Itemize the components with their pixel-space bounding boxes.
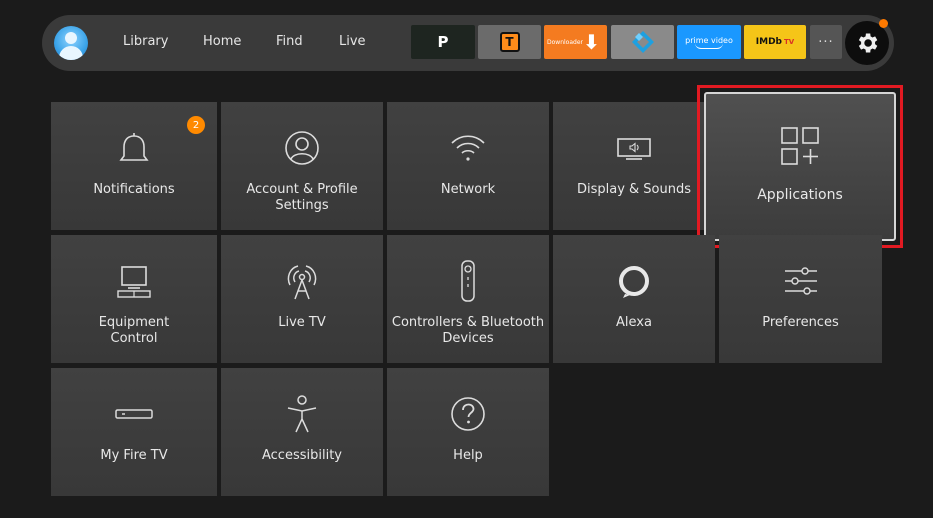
- tile-label: Alexa: [616, 315, 652, 330]
- fire-tv-device-icon: [115, 409, 153, 419]
- prime-smile-icon: [695, 43, 723, 49]
- tile-preferences[interactable]: Preferences: [719, 235, 882, 363]
- tile-my-fire-tv[interactable]: My Fire TV: [51, 368, 217, 496]
- help-question-icon: [451, 397, 485, 431]
- nav-find[interactable]: Find: [276, 34, 303, 49]
- tile-label: Help: [453, 448, 483, 463]
- app-downloader[interactable]: Downloader ⬇: [544, 25, 607, 59]
- broadcast-tower-icon: [287, 265, 317, 300]
- tile-label: Account & Profile Settings: [246, 182, 358, 213]
- nav-library[interactable]: Library: [123, 34, 168, 49]
- notification-count-badge: 2: [187, 116, 205, 134]
- profile-avatar[interactable]: [54, 26, 88, 60]
- app-p[interactable]: P: [411, 25, 475, 59]
- tile-label: My Fire TV: [100, 448, 168, 463]
- app-t-icon: T: [499, 32, 520, 52]
- tile-label: Live TV: [278, 315, 326, 330]
- tile-network[interactable]: Network: [387, 102, 549, 230]
- nav-home[interactable]: Home: [203, 34, 241, 49]
- sliders-icon: [784, 267, 817, 295]
- tile-display-sounds[interactable]: Display & Sounds: [553, 102, 715, 230]
- tile-account-profile-settings[interactable]: Account & Profile Settings: [221, 102, 383, 230]
- more-icon: ···: [818, 34, 834, 50]
- tile-label: Display & Sounds: [576, 182, 692, 197]
- tile-label: Network: [440, 182, 496, 197]
- app-prime-video[interactable]: prime video: [677, 25, 741, 59]
- tv-equipment-icon: [117, 266, 151, 298]
- app-kodi[interactable]: [611, 25, 674, 59]
- accessibility-icon: [287, 395, 317, 433]
- user-circle-icon: [285, 131, 319, 165]
- top-nav-bar: Library Home Find Live P T Downloader ⬇ …: [42, 15, 894, 71]
- tile-label: Accessibility: [262, 448, 342, 463]
- tile-notifications[interactable]: 2 Notifications: [51, 102, 217, 230]
- tile-alexa[interactable]: Alexa: [553, 235, 715, 363]
- downloader-label: Downloader: [547, 38, 583, 46]
- tile-equipment-control[interactable]: Equipment Control: [51, 235, 217, 363]
- settings-notification-dot: [879, 19, 888, 28]
- wifi-icon: [451, 135, 485, 161]
- tile-label: Equipment Control: [98, 315, 170, 346]
- more-apps-button[interactable]: ···: [810, 25, 842, 59]
- nav-live[interactable]: Live: [339, 34, 366, 49]
- download-arrow-icon: ⬇: [583, 30, 600, 54]
- gear-icon: [858, 33, 878, 53]
- tile-label: Notifications: [93, 182, 175, 197]
- app-t[interactable]: T: [478, 25, 541, 59]
- alexa-icon: [619, 266, 649, 298]
- tile-label: Preferences: [762, 315, 839, 330]
- kodi-icon: [631, 31, 654, 53]
- tile-label: Controllers & Bluetooth Devices: [391, 315, 545, 346]
- display-speaker-icon: [617, 138, 651, 160]
- imdb-tv-label: TV: [784, 38, 795, 46]
- tile-accessibility[interactable]: Accessibility: [221, 368, 383, 496]
- remote-icon: [461, 260, 475, 302]
- app-imdb-tv[interactable]: IMDb TV: [744, 25, 806, 59]
- tile-help[interactable]: Help: [387, 368, 549, 496]
- tile-controllers-bluetooth[interactable]: Controllers & Bluetooth Devices: [387, 235, 549, 363]
- focus-highlight: [697, 85, 903, 248]
- app-p-label: P: [437, 33, 449, 51]
- tile-live-tv[interactable]: Live TV: [221, 235, 383, 363]
- imdb-label: IMDb: [755, 37, 782, 47]
- bell-icon: [119, 133, 149, 161]
